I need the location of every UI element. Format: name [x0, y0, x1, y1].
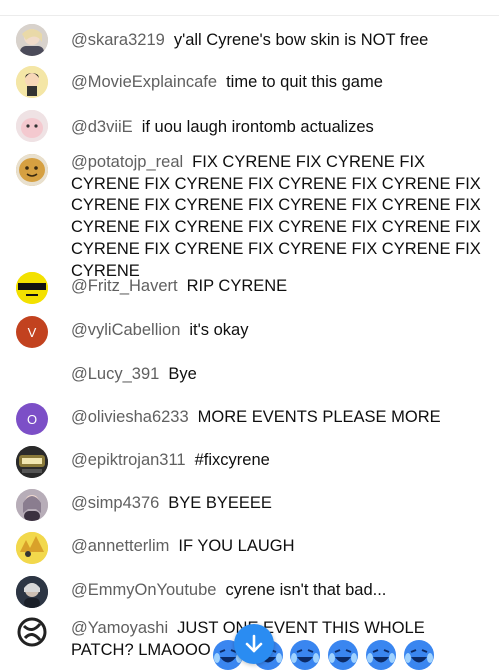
potato-avatar-icon [16, 154, 48, 186]
crying-laughing-emoji [290, 640, 320, 670]
author-name[interactable]: @vyliCabellion [71, 321, 180, 339]
crying-laughing-emoji [404, 640, 434, 670]
sunglasses-face-icon [16, 272, 48, 304]
avatar[interactable] [16, 24, 48, 56]
cartoon-avatar-icon [16, 66, 48, 98]
message-body: MORE EVENTS PLEASE MORE [197, 408, 441, 426]
avatar-letter: V [27, 324, 37, 340]
avatar[interactable] [16, 446, 48, 478]
avatar[interactable] [16, 616, 48, 648]
message-body: BYE BYEEEE [168, 494, 272, 512]
avatar[interactable]: V [16, 316, 48, 348]
message-body: Bye [168, 365, 197, 383]
author-name[interactable]: @simp4376 [71, 494, 159, 512]
message-text-block: @annetterlim IF YOU LAUGH [71, 536, 481, 558]
avatar[interactable] [16, 360, 48, 392]
message-text-block: @oliviesha6233 MORE EVENTS PLEASE MORE [71, 407, 481, 429]
crying-laughing-emoji [328, 640, 358, 670]
badge-avatar-icon [16, 446, 48, 478]
message-text-block: @Lucy_391 Bye [71, 364, 481, 386]
author-name[interactable]: @oliviesha6233 [71, 408, 189, 426]
pink-avatar-icon [16, 110, 48, 142]
avatar[interactable] [16, 154, 48, 186]
author-name[interactable]: @EmmyOnYoutube [71, 581, 216, 599]
avatar[interactable] [16, 576, 48, 608]
message-body: it's okay [189, 321, 249, 339]
message-body: IF YOU LAUGH [178, 537, 295, 555]
message-text-block: @d3viiE if uou laugh irontomb actualizes [71, 117, 481, 139]
avatar[interactable] [16, 272, 48, 304]
avatar[interactable] [16, 489, 48, 521]
author-name[interactable]: @Lucy_391 [71, 365, 159, 383]
author-name[interactable]: @d3viiE [71, 118, 133, 136]
author-name[interactable]: @skara3219 [71, 31, 165, 49]
scroll-to-bottom-button[interactable] [234, 624, 274, 664]
message-text-block: @Fritz_Havert RIP CYRENE [71, 276, 481, 298]
message-body: #fixcyrene [194, 451, 270, 469]
message-text-block: @potatojp_real FIX CYRENE FIX CYRENE FIX … [71, 152, 481, 282]
avatar-letter: O [26, 411, 38, 427]
message-body: FIX CYRENE FIX CYRENE FIX CYRENE FIX CYR… [71, 153, 481, 280]
logo-avatar-icon [16, 616, 48, 648]
avatar[interactable] [16, 66, 48, 98]
photo-avatar-icon [16, 24, 48, 56]
dark-avatar-icon [16, 576, 48, 608]
top-divider [0, 15, 499, 16]
message-body: cyrene isn't that bad... [225, 581, 387, 599]
message-text-block: @EmmyOnYoutube cyrene isn't that bad... [71, 580, 481, 602]
author-name[interactable]: @Yamoyashi [71, 619, 168, 637]
avatar[interactable] [16, 110, 48, 142]
message-body: RIP CYRENE [186, 277, 288, 295]
message-body: if uou laugh irontomb actualizes [141, 118, 374, 136]
message-body: y'all Cyrene's bow skin is NOT free [173, 31, 429, 49]
avatar[interactable] [16, 532, 48, 564]
crying-laughing-emoji [366, 640, 396, 670]
avatar[interactable]: O [16, 403, 48, 435]
message-text-block: @simp4376 BYE BYEEEE [71, 493, 481, 515]
message-text-block: @epiktrojan311 #fixcyrene [71, 450, 481, 472]
message-text-block: @vyliCabellion it's okay [71, 320, 481, 342]
author-name[interactable]: @Fritz_Havert [71, 277, 178, 295]
message-text-block: @MovieExplaincafe time to quit this game [71, 72, 481, 94]
arrow-down-icon [245, 634, 263, 653]
author-name[interactable]: @epiktrojan311 [71, 451, 186, 469]
author-name[interactable]: @MovieExplaincafe [71, 73, 217, 91]
message-body: time to quit this game [226, 73, 383, 91]
author-name[interactable]: @potatojp_real [71, 153, 183, 171]
author-name[interactable]: @annetterlim [71, 537, 169, 555]
message-text-block: @skara3219 y'all Cyrene's bow skin is NOT… [71, 30, 481, 52]
yellow-avatar-icon [16, 532, 48, 564]
photo-avatar-icon [16, 489, 48, 521]
